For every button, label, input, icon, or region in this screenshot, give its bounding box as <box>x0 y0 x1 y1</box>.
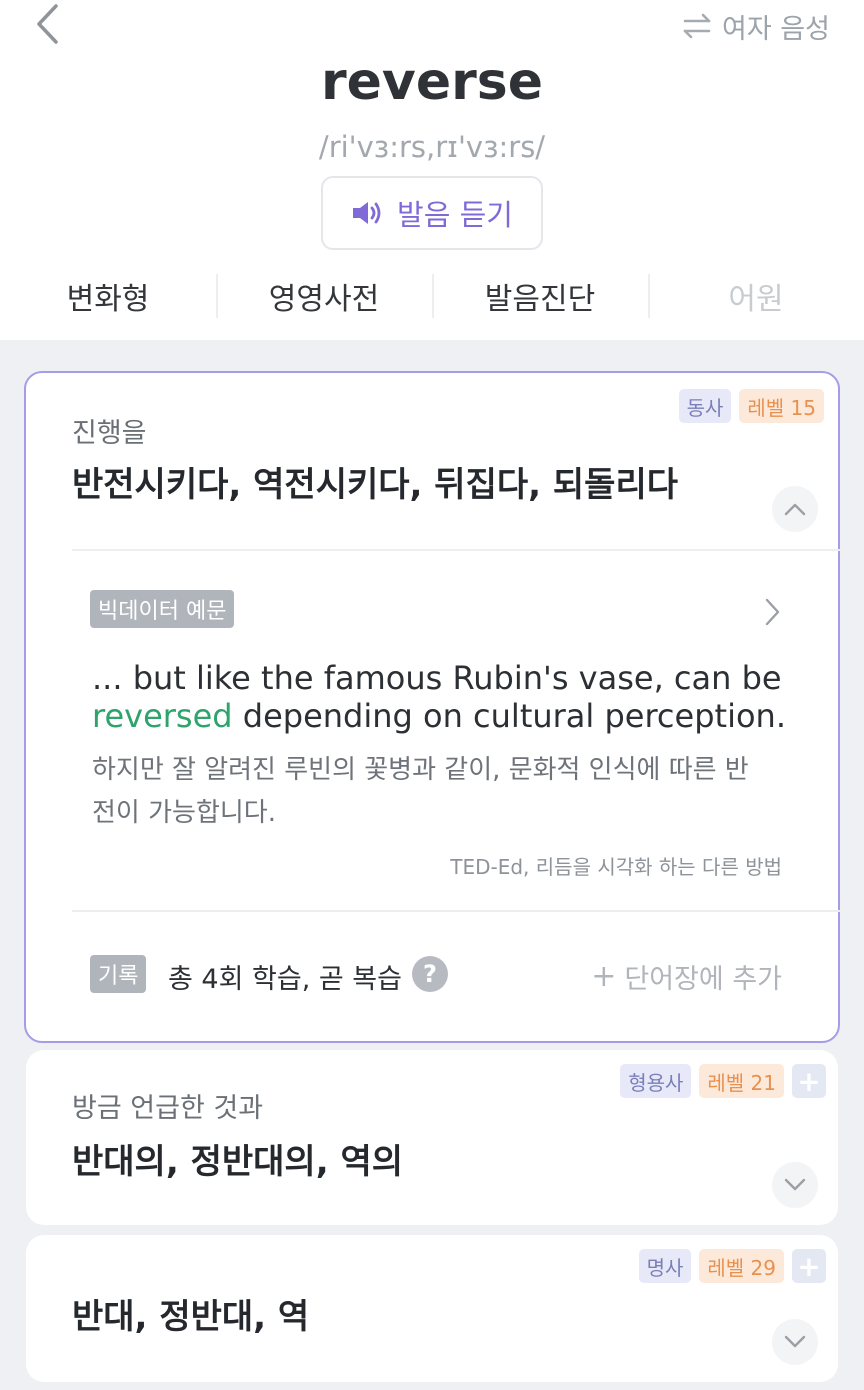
chevron-left-icon <box>37 4 58 44</box>
record-tag: 기록 <box>90 955 147 993</box>
study-record-text: 총 4회 학습, 곧 복습 <box>168 964 402 995</box>
sense-meaning: 반대의, 정반대의, 역의 <box>72 1142 404 1182</box>
sense-context: 방금 언급한 것과 <box>72 1093 264 1124</box>
sense-meaning: 반대, 정반대, 역 <box>72 1297 310 1337</box>
tab-pronunciation-check[interactable]: 발음진단 <box>432 268 648 324</box>
chevron-down-icon <box>784 1335 806 1348</box>
add-to-wordbook-button[interactable]: + 단어장에 추가 <box>591 957 782 996</box>
example-korean: 하지만 잘 알려진 루빈의 꽃병과 같이, 문화적 인식에 따른 반전이 가능합… <box>92 749 812 835</box>
example-english-post: depending on cultural perception. <box>242 697 786 735</box>
plus-icon: + <box>591 959 617 994</box>
divider <box>72 910 840 912</box>
sense-badges: 명사 레벨 29 + <box>638 1249 826 1283</box>
swap-arrows-icon <box>683 13 711 39</box>
example-english-pre: ... but like the famous Rubin's vase, ca… <box>92 659 782 697</box>
example-highlight-word: reversed <box>92 697 233 735</box>
add-sense-button[interactable]: + <box>792 1064 826 1098</box>
level-badge: 레벨 21 <box>699 1064 784 1098</box>
expand-button[interactable] <box>772 1162 818 1208</box>
add-sense-button[interactable]: + <box>792 1249 826 1283</box>
expand-button[interactable] <box>772 1319 818 1365</box>
example-korean-line1: 하지만 잘 알려진 루빈의 꽃병과 같이, 문화적 인식에 따른 반 <box>92 755 749 785</box>
level-badge: 레벨 15 <box>739 389 824 423</box>
headword: reverse <box>321 52 543 112</box>
help-icon[interactable]: ? <box>412 956 448 992</box>
chevron-up-icon <box>784 503 806 516</box>
sense-badges: 형용사 레벨 21 + <box>620 1064 826 1098</box>
level-badge: 레벨 29 <box>699 1249 784 1283</box>
example-source: TED-Ed, 리듬을 시각화 하는 다른 방법 <box>450 855 782 879</box>
more-examples-button[interactable] <box>762 597 786 627</box>
divider <box>72 549 840 551</box>
pos-badge: 형용사 <box>620 1064 692 1098</box>
pos-badge: 명사 <box>638 1249 692 1283</box>
sense-meaning: 반전시키다, 역전시키다, 뒤집다, 되돌리다 <box>72 465 679 505</box>
tab-etymology[interactable]: 어원 <box>648 268 864 324</box>
tab-english-dictionary[interactable]: 영영사전 <box>216 268 432 324</box>
listen-pronunciation-button[interactable]: 발음 듣기 <box>321 176 543 250</box>
pos-badge: 동사 <box>678 389 732 423</box>
sense-badges: 동사 레벨 15 <box>678 389 824 423</box>
sense-context: 진행을 <box>72 418 147 449</box>
back-button[interactable] <box>28 0 68 48</box>
add-to-wordbook-label: 단어장에 추가 <box>624 964 782 995</box>
sense-card-verb: 동사 레벨 15 진행을 반전시키다, 역전시키다, 뒤집다, 되돌리다 빅데이… <box>24 371 840 1043</box>
voice-toggle[interactable]: 여자 음성 <box>682 6 830 46</box>
voice-toggle-label: 여자 음성 <box>722 13 830 45</box>
dictionary-tabs: 변화형 영영사전 발음진단 어원 <box>0 268 864 324</box>
chevron-right-icon <box>765 598 780 626</box>
phonetic: /ri'vɜ:rs,rɪ'vɜ:rs/ <box>318 130 546 164</box>
bigdata-example-tag: 빅데이터 예문 <box>90 590 235 628</box>
example-korean-line2: 전이 가능합니다. <box>92 798 276 828</box>
example-english: ... but like the famous Rubin's vase, ca… <box>92 659 792 735</box>
listen-label: 발음 듣기 <box>397 198 513 232</box>
speaker-icon <box>353 202 381 224</box>
collapse-button[interactable] <box>772 486 818 532</box>
tab-inflections[interactable]: 변화형 <box>0 268 216 324</box>
sense-card-noun[interactable]: 명사 레벨 29 + 반대, 정반대, 역 <box>26 1235 838 1382</box>
chevron-down-icon <box>784 1178 806 1191</box>
word-header: 여자 음성 reverse /ri'vɜ:rs,rɪ'vɜ:rs/ 발음 듣기 … <box>0 0 864 340</box>
sense-card-adjective[interactable]: 형용사 레벨 21 + 방금 언급한 것과 반대의, 정반대의, 역의 <box>26 1050 838 1225</box>
